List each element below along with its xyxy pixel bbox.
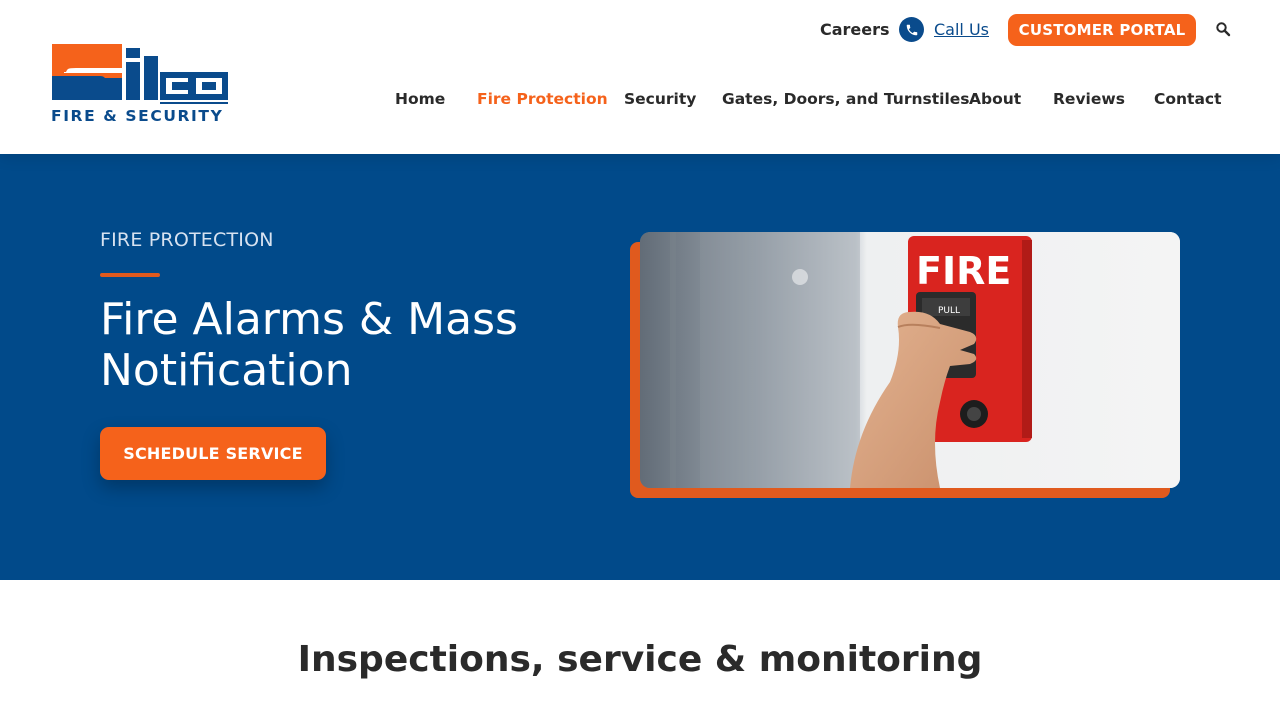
call-us-link[interactable]: Call Us	[934, 20, 989, 40]
logo-tagline: FIRE & SECURITY	[51, 107, 224, 125]
fire-alarm-photo: FIRE PULL	[640, 232, 1180, 488]
nav-item-gates-doors-turnstiles[interactable]: Gates, Doors, and Turnstiles	[722, 89, 970, 109]
careers-link[interactable]: Careers	[820, 20, 890, 40]
hero-eyebrow: FIRE PROTECTION	[100, 229, 274, 251]
section-heading: Inspections, service & monitoring	[297, 639, 983, 680]
fire-sign-text: FIRE	[916, 249, 1011, 293]
eyebrow-divider	[100, 273, 160, 277]
site-header: FIRE & SECURITY Careers Call Us CUSTOMER…	[0, 0, 1280, 154]
nav-item-contact[interactable]: Contact	[1154, 89, 1222, 109]
nav-item-reviews[interactable]: Reviews	[1053, 89, 1125, 109]
search-icon[interactable]	[1215, 21, 1231, 37]
customer-portal-button[interactable]: CUSTOMER PORTAL	[1008, 14, 1196, 46]
pull-label: PULL	[938, 306, 960, 316]
fire-alarm-illustration: FIRE PULL	[640, 232, 1180, 488]
nav-item-fire-protection[interactable]: Fire Protection	[477, 89, 608, 109]
nav-item-security[interactable]: Security	[624, 89, 696, 109]
schedule-service-button[interactable]: SCHEDULE SERVICE	[100, 427, 326, 480]
phone-icon[interactable]	[899, 17, 924, 42]
page-title: Fire Alarms & Mass Notification	[100, 294, 518, 396]
nav-item-home[interactable]: Home	[395, 89, 445, 109]
nav-item-about[interactable]: About	[969, 89, 1021, 109]
hero-section: FIRE PROTECTION Fire Alarms & Mass Notif…	[0, 154, 1280, 580]
